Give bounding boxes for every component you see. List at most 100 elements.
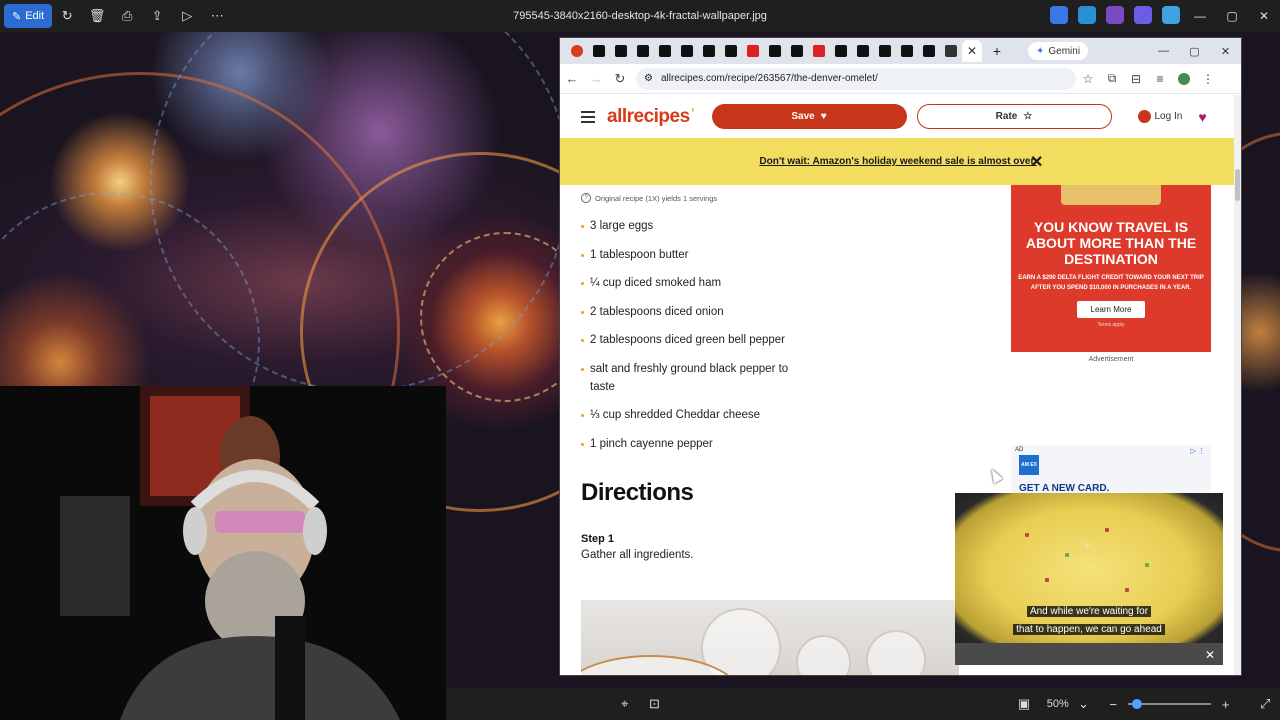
tab-x-10[interactable]: [830, 40, 852, 62]
promo-banner[interactable]: Don't wait: Amazon's holiday weekend sal…: [560, 138, 1236, 185]
login-link[interactable]: Log In: [1137, 110, 1182, 123]
recipe-content: ? Original recipe (1X) yields 1 servings…: [581, 185, 1001, 561]
caption-line-1: And while we're waiting for: [1026, 606, 1152, 617]
ingredient-item: ¼ cup diced smoked ham: [581, 274, 801, 292]
fit-window-icon[interactable]: ▣: [1009, 692, 1039, 716]
tab-x-9[interactable]: [786, 40, 808, 62]
print-icon[interactable]: ⎙: [112, 4, 142, 28]
floating-video-player[interactable]: And while we're waiting for that to happ…: [955, 493, 1223, 665]
zoom-out-icon[interactable]: −: [1098, 692, 1128, 716]
tab-x-5[interactable]: [676, 40, 698, 62]
menu-icon[interactable]: [581, 110, 595, 123]
page-scrollbar[interactable]: [1234, 95, 1241, 675]
reload-icon[interactable]: ↻: [608, 67, 632, 91]
address-bar-row: ← → ↻ ⚙ allrecipes.com/recipe/263567/the…: [560, 64, 1241, 94]
tab-close-icon[interactable]: ✕: [962, 40, 982, 62]
video-close-icon[interactable]: ✕: [1205, 648, 1215, 662]
browser-window-controls: — ▢ ✕: [1148, 38, 1241, 64]
ingredient-item: ⅓ cup shredded Cheddar cheese: [581, 406, 801, 424]
tab-x-1[interactable]: [588, 40, 610, 62]
tab-x-7[interactable]: [720, 40, 742, 62]
save-label: Save: [791, 111, 815, 122]
fullscreen-icon[interactable]: ⤢: [1250, 692, 1280, 716]
travel-ad[interactable]: YOU KNOW TRAVEL IS ABOUT MORE THAN THE D…: [1011, 185, 1211, 352]
site-info-icon[interactable]: ⚙: [644, 73, 653, 84]
video-control-bar: [955, 643, 1223, 665]
media-controls-icon[interactable]: ≡: [1148, 67, 1172, 91]
gemini-button[interactable]: ✦ Gemini: [1028, 42, 1089, 60]
yield-text: Original recipe (1X) yields 1 servings: [595, 193, 718, 203]
directions-heading: Directions: [581, 478, 694, 506]
tab-x-14[interactable]: [918, 40, 940, 62]
step-photo: [581, 600, 959, 675]
amex-logo: AM EX: [1019, 455, 1039, 475]
rate-label: Rate: [995, 111, 1018, 122]
more-options-icon[interactable]: ⋯: [202, 4, 232, 28]
app-icon-3[interactable]: [1106, 6, 1124, 24]
tab-x-8[interactable]: [764, 40, 786, 62]
zoom-in-icon[interactable]: +: [1211, 692, 1241, 716]
tab-allrecipes[interactable]: [566, 40, 588, 62]
webcam-overlay: [0, 386, 446, 720]
app-icon-1[interactable]: [1050, 6, 1068, 24]
minimize-icon[interactable]: —: [1184, 0, 1216, 32]
browser-window: ✕ + ✦ Gemini — ▢ ✕ ← → ↻ ⚙ allrecipes.co…: [559, 37, 1242, 676]
app-icon-5[interactable]: [1162, 6, 1180, 24]
star-icon: ☆: [1023, 111, 1033, 122]
browser-close-icon[interactable]: ✕: [1210, 38, 1241, 64]
tab-youtube-1[interactable]: [742, 40, 764, 62]
tab-s[interactable]: [940, 40, 962, 62]
rate-button[interactable]: Rate ☆: [916, 104, 1112, 129]
browser-menu-icon[interactable]: ⋮: [1196, 67, 1220, 91]
allrecipes-logo[interactable]: allrecipesˈ: [607, 106, 696, 128]
ingredient-item: 1 pinch cayenne pepper: [581, 435, 801, 453]
credit-card-image: [1061, 185, 1161, 205]
tab-x-11[interactable]: [852, 40, 874, 62]
browser-minimize-icon[interactable]: —: [1148, 38, 1179, 64]
maximize-icon[interactable]: ▢: [1216, 0, 1248, 32]
zoom-slider[interactable]: [1128, 699, 1211, 709]
viewer-window-controls: — ▢ ✕: [1184, 0, 1280, 32]
app-icon-4[interactable]: [1134, 6, 1152, 24]
close-icon[interactable]: ✕: [1248, 0, 1280, 32]
delete-icon[interactable]: 🗑: [82, 4, 112, 28]
zoom-dropdown-icon[interactable]: ⌄: [1069, 692, 1099, 716]
promo-text[interactable]: Don't wait: Amazon's holiday weekend sal…: [759, 156, 1036, 167]
extensions-icon[interactable]: ⧉: [1100, 67, 1124, 91]
tab-x-6[interactable]: [698, 40, 720, 62]
ingredient-item: 3 large eggs: [581, 217, 801, 235]
back-icon[interactable]: ←: [560, 67, 584, 91]
tab-x-12[interactable]: [874, 40, 896, 62]
forward-icon[interactable]: →: [584, 67, 608, 91]
share-icon[interactable]: ⇪: [142, 4, 172, 28]
tab-x-3[interactable]: [632, 40, 654, 62]
bookmark-star-icon[interactable]: ☆: [1076, 67, 1100, 91]
slideshow-icon[interactable]: ▷: [172, 4, 202, 28]
caption-line-2: that to happen, we can go ahead: [1013, 624, 1165, 635]
tab-x-13[interactable]: [896, 40, 918, 62]
rotate-icon[interactable]: ↻: [52, 4, 82, 28]
split-view-icon[interactable]: ⊟: [1124, 67, 1148, 91]
save-button[interactable]: Save ♥: [711, 104, 907, 129]
app-icon-2[interactable]: [1078, 6, 1096, 24]
profile-avatar[interactable]: [1172, 67, 1196, 91]
promo-close-icon[interactable]: ✕: [1030, 152, 1043, 172]
browser-maximize-icon[interactable]: ▢: [1179, 38, 1210, 64]
text-select-icon[interactable]: ⊡: [640, 692, 670, 716]
help-icon[interactable]: ?: [581, 193, 591, 203]
new-tab-button[interactable]: +: [986, 40, 1008, 62]
learn-more-button[interactable]: Learn More: [1076, 301, 1146, 318]
tab-x-4[interactable]: [654, 40, 676, 62]
visual-search-icon[interactable]: ⌖: [610, 692, 640, 716]
adchoices-icon[interactable]: ▷ ⋮: [1191, 447, 1205, 455]
tab-youtube-2[interactable]: [808, 40, 830, 62]
tab-x-2[interactable]: [610, 40, 632, 62]
edit-label: Edit: [25, 10, 45, 22]
amex-ad[interactable]: AD AM EX ▷ ⋮ GET A NEW CARD.: [1011, 445, 1211, 495]
favorites-heart-icon[interactable]: ♥: [1198, 109, 1206, 125]
url-field[interactable]: ⚙ allrecipes.com/recipe/263567/the-denve…: [636, 67, 1076, 90]
zoom-level[interactable]: 50%: [1047, 698, 1069, 710]
advertisement-label: Advertisement: [1088, 356, 1134, 363]
edit-button[interactable]: ✎ Edit: [4, 4, 53, 28]
tray-icons: [1050, 6, 1180, 24]
